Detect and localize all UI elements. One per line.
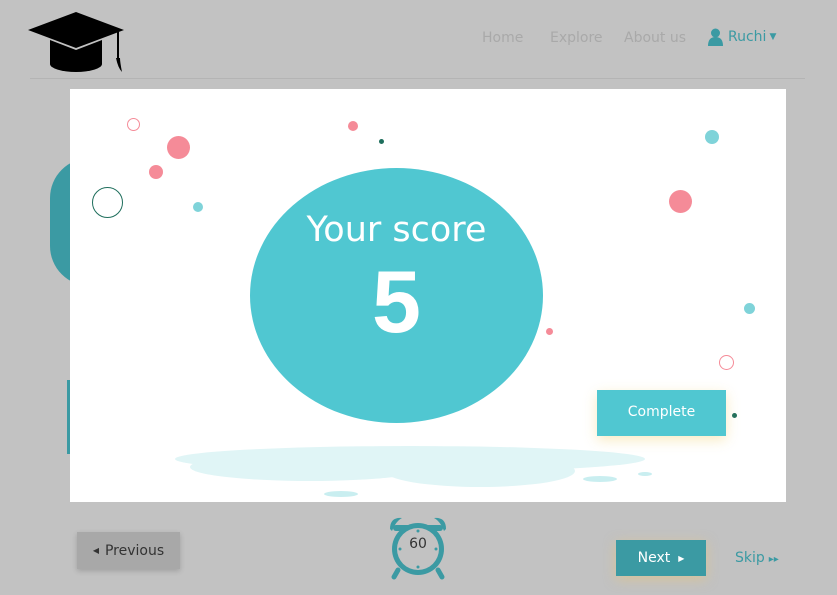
confetti-dot: [193, 202, 203, 212]
confetti-dot: [669, 190, 692, 213]
complete-button[interactable]: Complete: [597, 390, 726, 436]
fast-forward-icon: ▸▸: [768, 554, 779, 565]
caret-left-icon: ◀: [92, 546, 99, 555]
nav-home-link[interactable]: Home: [482, 30, 523, 46]
timer-value: 60: [409, 536, 427, 552]
score-modal: Your score 5 Complete: [70, 89, 786, 502]
confetti-dot: [732, 413, 737, 418]
confetti-ring: [127, 118, 140, 131]
confetti-dot: [167, 136, 190, 159]
confetti-dot: [379, 139, 384, 144]
nav-explore-link[interactable]: Explore: [550, 30, 603, 46]
caret-right-icon: ▶: [678, 553, 685, 563]
nav-about-link[interactable]: About us: [624, 30, 686, 46]
puddle-shadow: [175, 446, 652, 497]
confetti-dot: [149, 165, 163, 179]
caret-down-icon: ▼: [769, 32, 777, 42]
navbar-divider: [30, 78, 805, 79]
user-menu[interactable]: Ruchi ▼: [708, 28, 776, 46]
previous-label: Previous: [104, 542, 165, 559]
next-button[interactable]: Next ▶: [616, 540, 706, 576]
graduation-cap-icon[interactable]: [26, 10, 126, 74]
skip-label: Skip: [735, 550, 765, 566]
user-icon: [708, 28, 723, 46]
score-title: Your score: [306, 210, 487, 250]
next-label: Next: [637, 550, 671, 566]
confetti-dot: [546, 328, 553, 335]
score-value: 5: [372, 252, 421, 351]
score-circle: Your score 5: [250, 168, 543, 423]
user-name: Ruchi: [728, 29, 767, 45]
top-navbar: Home Explore About us Ruchi ▼: [0, 0, 837, 80]
confetti-dot: [744, 303, 755, 314]
confetti-ring: [92, 187, 123, 218]
confetti-ring: [719, 355, 734, 370]
confetti-dot: [705, 130, 719, 144]
confetti-dot: [348, 121, 358, 131]
skip-link[interactable]: Skip ▸▸: [735, 550, 779, 566]
previous-button[interactable]: ◀ Previous: [77, 532, 180, 569]
